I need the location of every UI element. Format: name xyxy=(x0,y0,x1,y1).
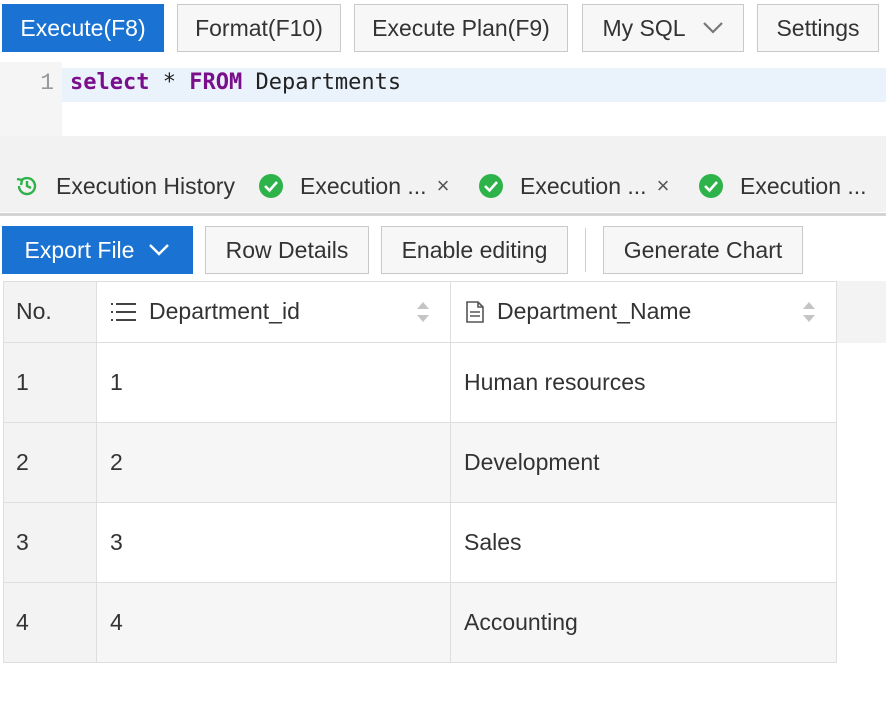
chevron-down-icon xyxy=(702,22,723,34)
execution-tab-3[interactable]: Execution ... xyxy=(698,160,867,212)
format-button[interactable]: Format(F10) xyxy=(177,4,341,52)
close-icon[interactable]: × xyxy=(657,173,670,199)
tabs-divider xyxy=(0,213,886,216)
execution-tab-2[interactable]: Execution ... × xyxy=(478,160,669,212)
history-icon xyxy=(16,176,37,196)
sql-table-name: Departments xyxy=(242,70,402,95)
execute-plan-button[interactable]: Execute Plan(F9) xyxy=(354,4,568,52)
sql-keyword-from: FROM xyxy=(189,70,243,95)
enable-editing-button[interactable]: Enable editing xyxy=(381,226,568,274)
generate-chart-button[interactable]: Generate Chart xyxy=(603,226,803,274)
cell-department-name[interactable]: Accounting xyxy=(451,583,837,662)
cell-department-id[interactable]: 1 xyxy=(97,343,451,422)
sort-icon[interactable] xyxy=(802,301,816,323)
cell-department-name[interactable]: Human resources xyxy=(451,343,837,422)
sql-dialect-label: My SQL xyxy=(602,14,686,41)
line-number: 1 xyxy=(40,70,54,96)
grid-header-filler xyxy=(837,281,886,343)
sql-star: * xyxy=(149,70,190,95)
table-row[interactable]: 3 3 Sales xyxy=(3,503,837,583)
grid-header-row: No. Department_id Department_Name xyxy=(3,281,837,343)
execution-tab-1[interactable]: Execution ... × xyxy=(258,160,449,212)
execute-button[interactable]: Execute(F8) xyxy=(2,4,164,52)
execution-tab-label: Execution ... xyxy=(740,172,867,199)
cell-department-id[interactable]: 2 xyxy=(97,423,451,502)
success-check-icon xyxy=(479,174,503,198)
execution-tab-label: Execution ... xyxy=(520,172,647,199)
export-file-button[interactable]: Export File xyxy=(2,226,193,274)
chevron-down-icon xyxy=(149,244,170,256)
close-icon[interactable]: × xyxy=(437,173,450,199)
export-file-label: Export File xyxy=(24,236,135,263)
row-number: 1 xyxy=(3,343,97,422)
toolbar-separator xyxy=(585,228,586,272)
sql-keyword-select: select xyxy=(70,70,150,95)
cell-department-name[interactable]: Development xyxy=(451,423,837,502)
row-number: 2 xyxy=(3,423,97,502)
header-no: No. xyxy=(3,281,97,342)
settings-button[interactable]: Settings xyxy=(757,4,879,52)
header-department-id[interactable]: Department_id xyxy=(97,281,451,342)
row-number: 4 xyxy=(3,583,97,662)
header-department-name-label: Department_Name xyxy=(497,298,692,324)
execution-history-tab[interactable]: Execution History xyxy=(14,160,235,212)
execution-tab-label: Execution ... xyxy=(300,172,427,199)
query-toolbar: Execute(F8) Format(F10) Execute Plan(F9)… xyxy=(0,0,886,56)
table-row[interactable]: 4 4 Accounting xyxy=(3,583,837,663)
sql-editor[interactable]: 1 select * FROM Departments xyxy=(0,62,886,136)
sql-code[interactable]: select * FROM Departments xyxy=(70,70,401,95)
success-check-icon xyxy=(259,174,283,198)
editor-gutter: 1 xyxy=(0,62,62,136)
sort-icon[interactable] xyxy=(416,301,430,323)
execution-history-tabs: Execution History Execution ... × Execut… xyxy=(0,160,886,212)
table-row[interactable]: 1 1 Human resources xyxy=(3,343,837,423)
table-row[interactable]: 2 2 Development xyxy=(3,423,837,503)
execution-history-label: Execution History xyxy=(56,172,235,199)
cell-department-id[interactable]: 3 xyxy=(97,503,451,582)
header-department-id-label: Department_id xyxy=(149,298,300,324)
sql-dialect-select[interactable]: My SQL xyxy=(582,4,744,52)
cell-department-name[interactable]: Sales xyxy=(451,503,837,582)
document-icon xyxy=(466,300,484,323)
cell-department-id[interactable]: 4 xyxy=(97,583,451,662)
success-check-icon xyxy=(699,174,723,198)
list-ordered-icon xyxy=(111,302,136,321)
row-number: 3 xyxy=(3,503,97,582)
header-department-name[interactable]: Department_Name xyxy=(451,281,837,342)
row-details-button[interactable]: Row Details xyxy=(205,226,369,274)
